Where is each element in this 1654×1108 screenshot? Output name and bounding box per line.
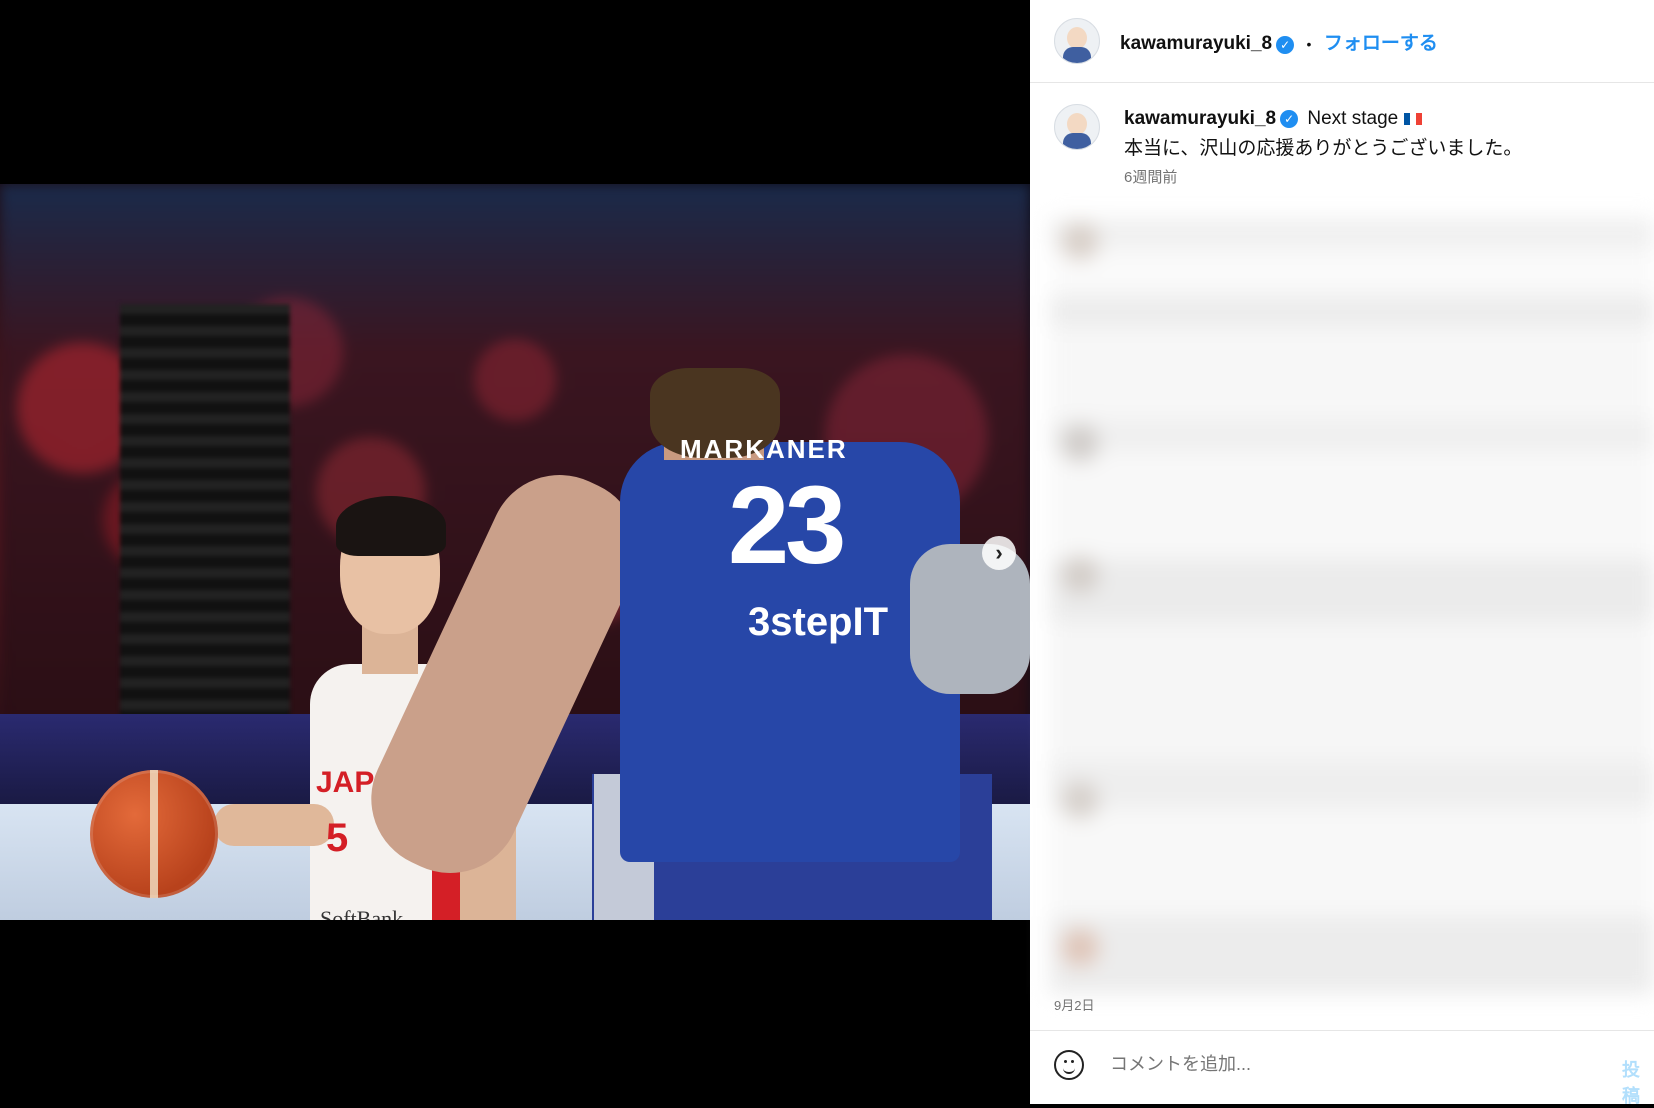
opponent-arm-sleeve [910, 544, 1030, 694]
avatar-shirt-icon [1063, 133, 1091, 149]
post-sidebar: kawamurayuki_8 ✓ • フォローする kawamurayuki_8 ✓… [1030, 0, 1654, 1106]
verified-badge-icon: ✓ [1276, 35, 1295, 54]
post-date: 9月2日 [1054, 998, 1095, 1013]
japan-player-hair [336, 496, 446, 556]
comment-divider [1030, 1030, 1654, 1031]
opponent-jersey-number: 23 [728, 464, 846, 587]
header-username[interactable]: kawamurayuki_8 [1120, 33, 1272, 54]
caption-header: kawamurayuki_8 ✓ Next stage [1124, 108, 1423, 130]
opponent-jersey-name: MARKANER [680, 434, 848, 464]
follow-button[interactable]: フォローする [1324, 33, 1438, 54]
emoji-icon[interactable] [1054, 1050, 1084, 1080]
court-ad-text [6, 884, 13, 915]
opponent-jersey-sponsor: 3stepIT [748, 600, 889, 644]
comment-input[interactable] [1110, 1054, 1580, 1075]
caption-title: Next stage [1307, 108, 1399, 129]
post-comment-button[interactable]: 投稿 [1622, 1056, 1654, 1108]
comments-list-blurred [1050, 218, 1654, 994]
avatar-face-icon [1067, 27, 1087, 49]
caption-text: 本当に、沢山の応援ありがとうございました。 [1124, 138, 1523, 159]
caption-username[interactable]: kawamurayuki_8 [1124, 108, 1276, 129]
arena-stairs [120, 304, 290, 724]
verified-badge-icon: ✓ [1280, 109, 1299, 128]
japan-player-arm [214, 804, 334, 846]
header-avatar[interactable] [1054, 18, 1100, 64]
header-divider [1030, 82, 1654, 83]
header-separator: • [1306, 36, 1312, 52]
avatar-face-icon [1067, 113, 1087, 135]
media-viewer: JAPAN 5 SoftBank MARKANER 23 3stepIT › [0, 0, 1030, 1104]
jersey-number-front: 5 [326, 816, 349, 860]
jersey-sponsor-text: SoftBank [320, 906, 404, 920]
basketball [90, 770, 218, 898]
post-header: kawamurayuki_8 ✓ • フォローする [1120, 28, 1438, 55]
chevron-right-icon: › [995, 540, 1003, 565]
post-photo: JAPAN 5 SoftBank MARKANER 23 3stepIT [0, 184, 1030, 920]
next-slide-button[interactable]: › [982, 536, 1016, 570]
france-flag-icon [1404, 112, 1423, 125]
caption-avatar[interactable] [1054, 104, 1100, 150]
avatar-shirt-icon [1063, 47, 1091, 63]
caption-time: 6週間前 [1124, 169, 1178, 186]
